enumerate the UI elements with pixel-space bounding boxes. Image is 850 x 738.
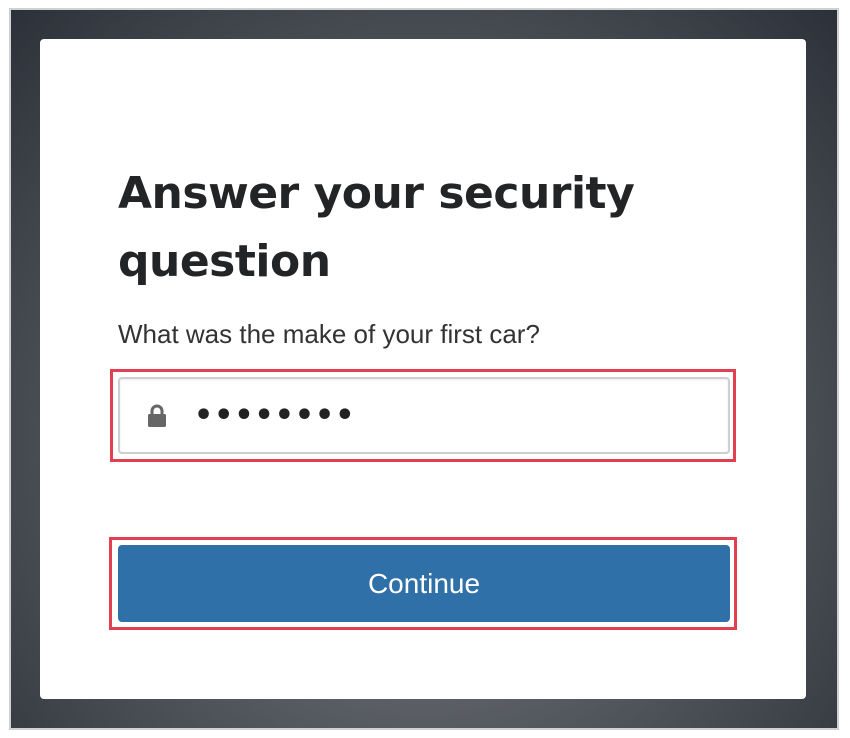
security-question-label: What was the make of your first car? <box>118 319 540 349</box>
lock-icon <box>148 404 166 427</box>
answer-field[interactable] <box>118 377 730 454</box>
continue-button[interactable]: Continue <box>118 545 730 622</box>
answer-input[interactable] <box>194 393 694 437</box>
page-title: Answer your security question <box>118 168 635 287</box>
